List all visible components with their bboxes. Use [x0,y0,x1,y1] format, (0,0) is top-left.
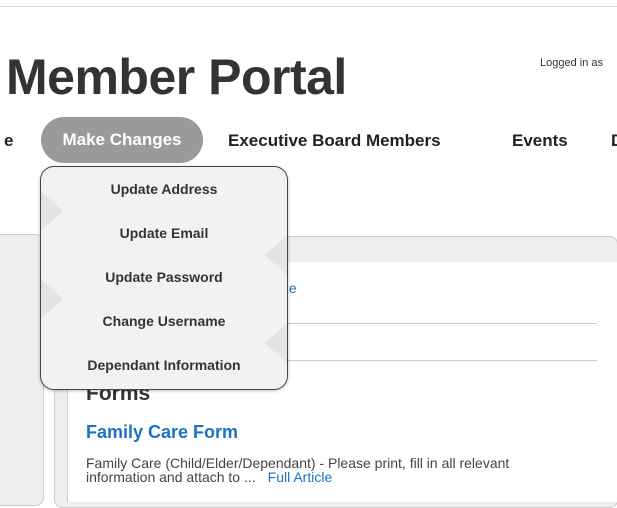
nav-item-executive-board[interactable]: Executive Board Members [228,131,441,151]
top-divider [0,6,617,7]
logged-in-status: Logged in as [540,57,603,69]
menu-item-dependant-information[interactable]: Dependant Information [41,345,287,385]
nav-item-events[interactable]: Events [512,131,568,151]
nav-item-make-changes[interactable]: Make Changes [41,117,203,163]
menu-item-change-username[interactable]: Change Username [41,301,287,341]
page-title: Member Portal [6,49,347,105]
nav-item-partial-left[interactable]: e [4,131,13,151]
left-sidebar-panel [0,234,44,506]
menu-item-update-password[interactable]: Update Password [41,257,287,297]
divider [285,323,597,324]
article-title-link[interactable]: Family Care Form [86,422,238,443]
full-article-link[interactable]: Full Article [268,469,333,485]
article-summary: Family Care (Child/Elder/Dependant) - Pl… [86,456,566,489]
menu-item-update-email[interactable]: Update Email [41,213,287,253]
divider [285,360,597,361]
menu-item-update-address[interactable]: Update Address [41,169,287,209]
make-changes-dropdown: Update Address Update Email Update Passw… [40,166,288,390]
nav-item-partial-right[interactable]: D [611,131,617,151]
